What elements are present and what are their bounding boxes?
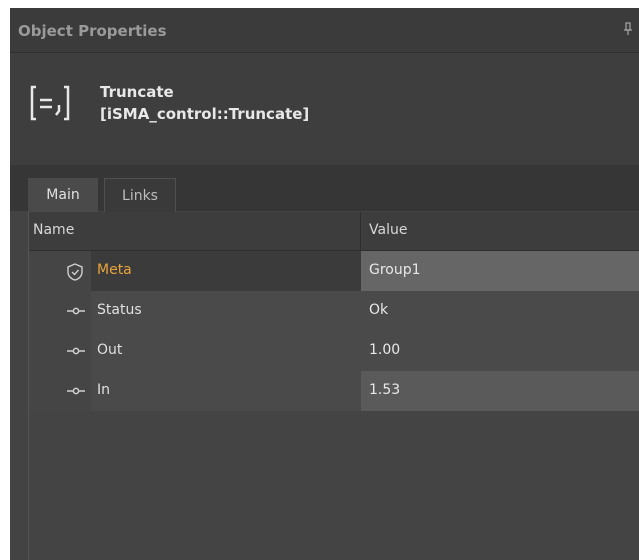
- tab-main[interactable]: Main: [28, 178, 98, 212]
- table-row[interactable]: Out 1.00: [29, 331, 639, 371]
- table-row[interactable]: Meta Group1: [29, 251, 639, 291]
- truncate-icon: [30, 83, 70, 123]
- value-cell[interactable]: [361, 291, 639, 331]
- slot-icon: [65, 342, 87, 360]
- column-header-value[interactable]: Value: [369, 222, 407, 238]
- slot-icon: [65, 382, 87, 400]
- component-type: [iSMA_control::Truncate]: [100, 105, 310, 123]
- table-row[interactable]: In 1.53: [29, 371, 639, 411]
- property-name-meta: Meta: [97, 262, 132, 278]
- property-value-out[interactable]: 1.00: [369, 342, 400, 358]
- property-name-out: Out: [97, 342, 123, 358]
- value-cell[interactable]: [361, 331, 639, 371]
- component-header: Truncate [iSMA_control::Truncate]: [10, 53, 639, 165]
- name-cell: [91, 371, 361, 411]
- pin-icon[interactable]: [623, 22, 633, 39]
- name-cell: [91, 331, 361, 371]
- property-name-in: In: [97, 382, 111, 398]
- property-value-status[interactable]: Ok: [369, 302, 388, 318]
- properties-table: Name Value Meta Group1 Status Ok Out 1.0…: [28, 212, 639, 560]
- value-cell[interactable]: [361, 371, 639, 411]
- property-name-status: Status: [97, 302, 142, 318]
- tab-bar: Main Links: [10, 165, 639, 212]
- tab-links[interactable]: Links: [104, 178, 176, 212]
- panel-title: Object Properties: [18, 22, 167, 40]
- slot-icon: [65, 302, 87, 320]
- panel-titlebar: Object Properties: [10, 8, 639, 53]
- property-value-meta[interactable]: Group1: [369, 262, 421, 278]
- shield-icon: [65, 262, 87, 281]
- component-name: Truncate: [100, 83, 174, 101]
- column-header-name[interactable]: Name: [33, 222, 74, 238]
- property-value-in[interactable]: 1.53: [369, 382, 400, 398]
- column-divider[interactable]: [360, 212, 361, 250]
- table-row[interactable]: Status Ok: [29, 291, 639, 331]
- table-header: Name Value: [29, 212, 639, 251]
- object-properties-panel: Object Properties Truncate [iSMA_control…: [10, 8, 639, 560]
